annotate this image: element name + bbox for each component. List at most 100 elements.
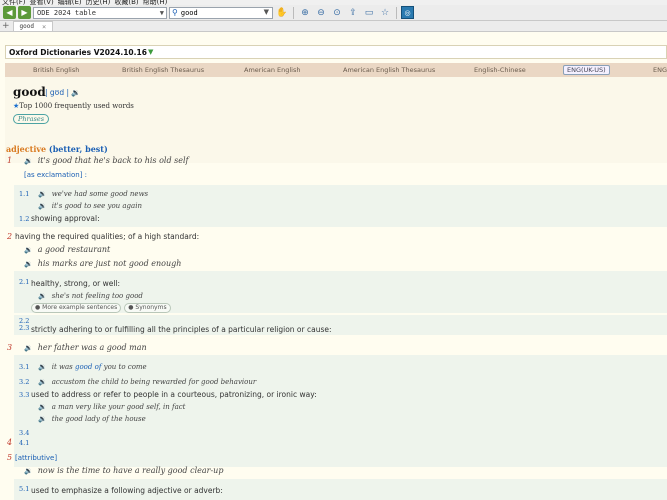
grammar-tag: [as exclamation] : [24, 171, 88, 179]
speaker-icon[interactable]: 🔉 [24, 260, 33, 268]
close-icon[interactable]: × [42, 23, 46, 31]
speaker-icon[interactable]: 🔉 [38, 363, 47, 371]
export-icon[interactable]: ⇪ [346, 6, 360, 19]
example-text: it was [51, 363, 75, 371]
forms-comma: , [79, 144, 83, 154]
speaker-icon[interactable]: 🔉 [38, 292, 47, 300]
dictionary-header[interactable]: Oxford Dictionaries V2024.10.16 ▼ [5, 45, 667, 59]
speaker-icon[interactable]: 🔉 [38, 403, 47, 411]
sense-number: 1 [7, 156, 13, 165]
example-text: her father was a good man [37, 343, 147, 352]
example-sentence: 🔉 it's good to see you again [38, 201, 142, 210]
definition: showing approval: [31, 214, 100, 223]
speaker-icon[interactable]: 🔉 [24, 344, 33, 352]
form-better[interactable]: better [53, 144, 80, 154]
speaker-icon[interactable]: 🔉 [71, 88, 80, 97]
example-text: you to come [101, 363, 147, 371]
dictionary-select-value: ODE 2024 table [37, 8, 97, 17]
synonyms-button[interactable]: ● Synonyms [124, 303, 171, 313]
phrases-button[interactable]: Phrases [13, 114, 49, 124]
scan-icon[interactable]: ◎ [401, 6, 414, 19]
lang-tab-american-english[interactable]: American English [244, 66, 300, 74]
frequency-note: ★Top 1000 frequently used words [13, 102, 134, 110]
example-text: a man very like your good self, in fact [51, 403, 186, 411]
zoom-reset-icon[interactable]: ⊙ [330, 6, 344, 19]
subsense-block [14, 437, 667, 451]
example-text: we've had some good news [51, 190, 149, 198]
pronunciation-text: gʊd [49, 88, 65, 97]
more-examples-button[interactable]: ● More example sentences [31, 303, 122, 313]
speaker-icon[interactable]: 🔉 [38, 190, 47, 198]
toolbar-separator [396, 6, 397, 19]
menu-help[interactable]: 帮助(H) [143, 0, 168, 5]
search-icon: ⚲ [172, 8, 178, 17]
chevron-down-icon: ▼ [159, 8, 164, 17]
lang-tab-american-thesaurus[interactable]: American English Thesaurus [343, 66, 435, 74]
definition: used to emphasize a following adjective … [31, 486, 223, 495]
speaker-icon[interactable]: 🔉 [24, 467, 33, 475]
tab-label: good [19, 23, 34, 30]
example-sentence: 🔉 it was good of you to come [38, 362, 147, 371]
subsense-number: 5.1 [19, 485, 30, 493]
speaker-icon[interactable]: 🔉 [38, 202, 47, 210]
definition: healthy, strong, or well: [31, 279, 121, 288]
tab-good[interactable]: good × [12, 21, 54, 31]
forward-button[interactable]: ▶ [18, 6, 31, 19]
speaker-icon[interactable]: 🔉 [38, 415, 47, 423]
example-sentence: 🔉 accustom the child to being rewarded fo… [38, 377, 256, 386]
example-sentence: 🔉 her father was a good man [24, 343, 147, 352]
example-sentence: 🔉 a man very like your good self, in fact [38, 402, 185, 411]
menu-file[interactable]: 文件(F) [2, 0, 26, 5]
back-button[interactable]: ◀ [3, 6, 16, 19]
forms-close: ) [103, 144, 108, 154]
sense-number: 2 [7, 232, 13, 241]
part-of-speech: adjective (better, best) [6, 144, 108, 154]
menu-view[interactable]: 查看(V) [30, 0, 54, 5]
example-text: the good lady of the house [51, 415, 146, 423]
dictionary-select[interactable]: ODE 2024 table ▼ [33, 6, 167, 19]
form-best[interactable]: best [85, 144, 104, 154]
grammar-tag: [attributive] [15, 454, 58, 462]
example-sentence: 🔉 a good restaurant [24, 245, 110, 254]
example-sentence: 🔉 it's good that he's back to his old sel… [24, 156, 188, 165]
add-tab-icon[interactable]: + [2, 21, 10, 31]
example-text: now is the time to have a really good cl… [37, 466, 224, 475]
pin-icon[interactable]: ✋ [275, 6, 289, 19]
subsense-number: 2.3 [19, 324, 30, 332]
chevron-down-icon[interactable]: ▼ [264, 8, 269, 16]
search-box[interactable]: ⚲ ▼ [169, 6, 273, 19]
speaker-icon[interactable]: 🔉 [24, 246, 33, 254]
article-view: Oxford Dictionaries V2024.10.16 ▼ Britis… [0, 33, 667, 500]
menu-edit[interactable]: 编辑(E) [58, 0, 82, 5]
toolbar: ◀ ▶ ODE 2024 table ▼ ⚲ ▼ ✋ ⊕ ⊖ ⊙ ⇪ ▭ ☆ ◎ [0, 5, 667, 21]
expand-triangle-icon[interactable]: ▼ [148, 48, 153, 56]
example-highlight: good of [74, 363, 102, 371]
example-text: she's not feeling too good [51, 292, 143, 300]
pos-label: adjective [6, 144, 47, 154]
menu-favorites[interactable]: 收藏(B) [114, 0, 138, 5]
frequency-text: Top 1000 frequently used words [19, 102, 134, 110]
zoom-out-icon[interactable]: ⊖ [314, 6, 328, 19]
example-sentence: 🔉 his marks are just not good enough [24, 259, 181, 268]
print-icon[interactable]: ▭ [362, 6, 376, 19]
lang-tab-british-english[interactable]: British English [33, 66, 79, 74]
headword: good [13, 85, 46, 99]
tab-bar: + good × [0, 21, 667, 32]
search-input[interactable] [180, 7, 257, 18]
menu-history[interactable]: 历史(H) [86, 0, 111, 5]
example-text: it's good to see you again [51, 202, 142, 210]
lang-tab-english-chinese[interactable]: English-Chinese [474, 66, 526, 74]
example-sentence: 🔉 the good lady of the house [38, 414, 146, 423]
definition: strictly adhering to or fulfilling all t… [31, 325, 332, 334]
example-text: his marks are just not good enough [37, 259, 182, 268]
speaker-icon[interactable]: 🔉 [38, 378, 47, 386]
zoom-in-icon[interactable]: ⊕ [298, 6, 312, 19]
lang-tab-eng-uk-us[interactable]: ENG(UK-US) [563, 65, 610, 75]
speaker-icon[interactable]: 🔉 [24, 157, 33, 165]
extra-buttons: ● More example sentences ● Synonyms [31, 302, 174, 313]
lang-tab-british-thesaurus[interactable]: British English Thesaurus [122, 66, 204, 74]
lang-tab-eng-more[interactable]: ENG( [653, 66, 667, 74]
subsense-number: 3.2 [19, 378, 30, 386]
favorite-star-icon[interactable]: ☆ [378, 6, 392, 19]
subsense-number: 4.1 [19, 439, 30, 447]
